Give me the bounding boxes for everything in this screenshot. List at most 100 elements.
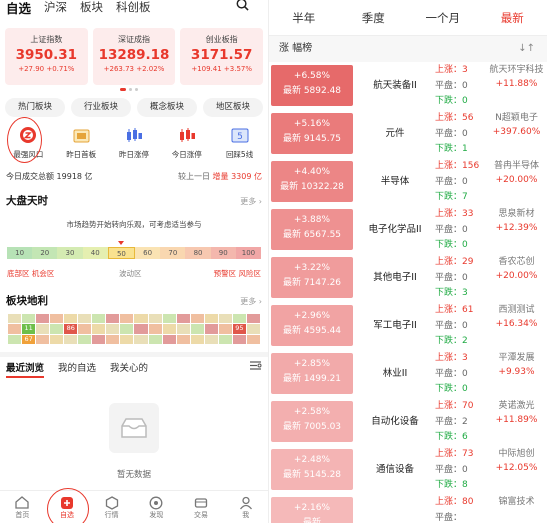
heatmap-cell[interactable]: [50, 334, 64, 344]
heatmap-cell[interactable]: [36, 324, 50, 334]
tab-my-concerns[interactable]: 我关心的: [110, 360, 148, 378]
heatmap-cell[interactable]: [134, 334, 148, 344]
sector-heat-more[interactable]: 更多 ›: [240, 296, 262, 307]
ranking-row[interactable]: +2.16%最新上涨：80平盘：下跌：锦富技术: [269, 494, 547, 523]
bottom-tab-me[interactable]: 我: [223, 491, 268, 523]
heatmap-cell[interactable]: [218, 314, 232, 324]
heatmap-cell[interactable]: 11: [22, 324, 36, 334]
heatmap-cell[interactable]: [120, 324, 134, 334]
index-card-sh[interactable]: 上证指数 3950.31 +27.90 +0.71%: [5, 28, 88, 85]
heatmap-cell[interactable]: 86: [64, 324, 78, 334]
heatmap-cell[interactable]: [162, 334, 176, 344]
heatmap-cell[interactable]: [246, 324, 260, 334]
heatmap-cell[interactable]: [36, 334, 50, 344]
index-card-sz[interactable]: 深证成指 13289.18 +263.73 +2.02%: [92, 28, 176, 85]
leading-stock[interactable]: 平潭发展 +9.93%: [485, 351, 547, 379]
heatmap-cell[interactable]: [190, 334, 204, 344]
tab-region-sector[interactable]: 地区板块: [203, 98, 263, 117]
heatmap-cell[interactable]: [232, 314, 246, 324]
ranking-row[interactable]: +2.48% 最新 5145.28 通信设备 上涨：73 平盘：0 下跌：8 中际旭创 +12…: [269, 446, 547, 494]
heatmap-cell[interactable]: [78, 324, 92, 334]
heatmap-cell[interactable]: [106, 314, 120, 324]
heatmap-cell[interactable]: [190, 324, 204, 334]
heatmap-cell[interactable]: [148, 334, 162, 344]
feature-yesterday-limit-up[interactable]: 昨日涨停: [108, 124, 161, 160]
leading-stock[interactable]: 航天环宇科技 +11.88%: [485, 63, 547, 91]
heatmap-cell[interactable]: [36, 314, 50, 324]
heatmap-cell[interactable]: [78, 334, 92, 344]
market-mood-more[interactable]: 更多 ›: [240, 196, 262, 207]
ranking-row[interactable]: +6.58% 最新 5892.48 航天装备II 上涨：3 平盘：0 下跌：0 航天环宇科技…: [269, 62, 547, 110]
leading-stock[interactable]: 思泉新材 +12.39%: [485, 207, 547, 235]
ranking-row[interactable]: +2.96% 最新 4595.44 军工电子II 上涨：61 平盘：0 下跌：2 西测测试 +…: [269, 302, 547, 350]
heatmap-cell[interactable]: [120, 334, 134, 344]
bottom-tab-discover[interactable]: 发现: [134, 491, 179, 523]
heatmap-cell[interactable]: [106, 324, 120, 334]
heatmap-cell[interactable]: 67: [22, 334, 36, 344]
leading-stock[interactable]: 西测测试 +16.34%: [485, 303, 547, 331]
tab-quarter[interactable]: 季度: [339, 10, 409, 26]
sort-arrows-icon[interactable]: ↓↑: [518, 36, 535, 62]
tab-one-month[interactable]: 一个月: [408, 10, 478, 26]
heatmap-cell[interactable]: [92, 314, 106, 324]
nav-tab-star-market[interactable]: 科创板: [116, 0, 151, 15]
heatmap-cell[interactable]: [50, 314, 64, 324]
heatmap-cell[interactable]: [8, 314, 22, 324]
ranking-row[interactable]: +3.88% 最新 6567.55 电子化学品II 上涨：33 平盘：0 下跌：0 思泉新材…: [269, 206, 547, 254]
leading-stock[interactable]: 中际旭创 +12.05%: [485, 447, 547, 475]
heatmap-cell[interactable]: [64, 314, 78, 324]
heatmap-cell[interactable]: [204, 324, 218, 334]
tab-industry-sector[interactable]: 行业板块: [71, 98, 131, 117]
sector-heatmap[interactable]: 11 86 95 67: [8, 314, 260, 344]
heatmap-cell[interactable]: [176, 334, 190, 344]
ranking-row[interactable]: +2.58% 最新 7005.03 自动化设备 上涨：70 平盘：2 下跌：6 英诺激光 +1…: [269, 398, 547, 446]
heatmap-cell[interactable]: [162, 324, 176, 334]
heatmap-cell[interactable]: [50, 324, 64, 334]
heatmap-cell[interactable]: [92, 324, 106, 334]
heatmap-cell[interactable]: [204, 334, 218, 344]
heatmap-cell[interactable]: [204, 314, 218, 324]
heatmap-cell[interactable]: [106, 334, 120, 344]
search-icon[interactable]: [236, 0, 249, 15]
heatmap-cell[interactable]: [218, 324, 232, 334]
nav-tab-hushen[interactable]: 沪深: [44, 0, 67, 15]
heatmap-cell[interactable]: 95: [232, 324, 246, 334]
tab-recent-browse[interactable]: 最近浏览: [6, 360, 45, 378]
leading-stock[interactable]: N超颖电子 +397.60%: [485, 111, 547, 139]
heatmap-cell[interactable]: [64, 334, 78, 344]
heatmap-cell[interactable]: [134, 324, 148, 334]
heatmap-cell[interactable]: [134, 314, 148, 324]
tab-my-watchlist[interactable]: 我的自选: [58, 360, 96, 378]
feature-today-limit-up[interactable]: 今日涨停: [160, 124, 213, 160]
index-card-cyb[interactable]: 创业板指 3171.57 +109.41 +3.57%: [180, 28, 264, 85]
leading-stock[interactable]: 锦富技术: [485, 495, 547, 509]
tab-latest[interactable]: 最新: [478, 10, 547, 26]
heatmap-cell[interactable]: [246, 334, 260, 344]
leading-stock[interactable]: 香农芯创 +20.00%: [485, 255, 547, 283]
leading-stock[interactable]: 普冉半导体 +20.00%: [485, 159, 547, 187]
nav-tab-watchlist[interactable]: 自选: [6, 0, 31, 17]
heatmap-cell[interactable]: [92, 334, 106, 344]
heatmap-cell[interactable]: [8, 334, 22, 344]
tab-concept-sector[interactable]: 概念板块: [137, 98, 197, 117]
heatmap-cell[interactable]: [246, 314, 260, 324]
heatmap-cell[interactable]: [22, 314, 36, 324]
heatmap-cell[interactable]: [190, 314, 204, 324]
heatmap-cell[interactable]: [176, 324, 190, 334]
bottom-tab-home[interactable]: 首页: [0, 491, 45, 523]
heatmap-cell[interactable]: [148, 314, 162, 324]
heatmap-cell[interactable]: [176, 314, 190, 324]
heatmap-cell[interactable]: [78, 314, 92, 324]
ranking-row[interactable]: +5.16% 最新 9145.75 元件 上涨：56 平盘：0 下跌：1 N超颖电子 +397…: [269, 110, 547, 158]
bottom-tab-trade[interactable]: 交易: [179, 491, 224, 523]
heatmap-cell[interactable]: [162, 314, 176, 324]
nav-tab-sector[interactable]: 板块: [80, 0, 103, 15]
heatmap-cell[interactable]: [8, 324, 22, 334]
leading-stock[interactable]: 英诺激光 +11.89%: [485, 399, 547, 427]
feature-yesterday-first-board[interactable]: 昨日首板: [55, 124, 108, 160]
heatmap-cell[interactable]: [232, 334, 246, 344]
tab-hot-sector[interactable]: 热门板块: [5, 98, 65, 117]
ranking-row[interactable]: +4.40% 最新 10322.28 半导体 上涨：156 平盘：0 下跌：7 普冉半导体 +…: [269, 158, 547, 206]
bottom-tab-market[interactable]: 行情: [89, 491, 134, 523]
tab-half-year[interactable]: 半年: [269, 10, 339, 26]
